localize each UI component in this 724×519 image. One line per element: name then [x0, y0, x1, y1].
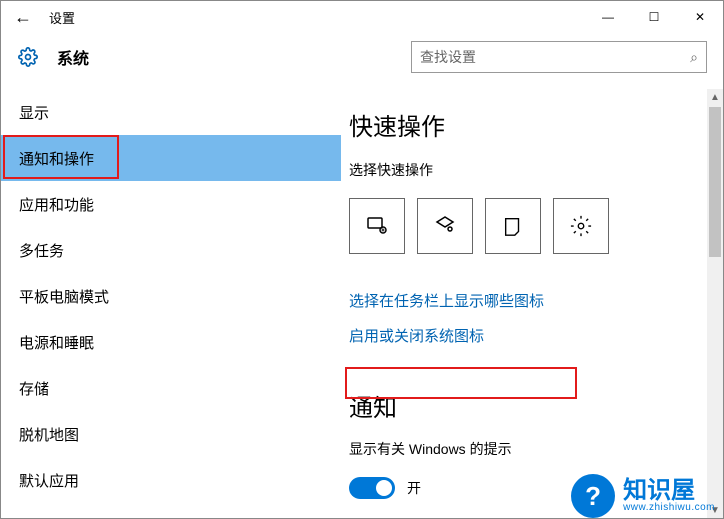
tips-toggle[interactable] — [349, 477, 395, 499]
sidebar-item-apps[interactable]: 应用和功能 — [1, 181, 341, 227]
sidebar-item-default-apps[interactable]: 默认应用 — [1, 457, 341, 503]
sidebar-item-tablet[interactable]: 平板电脑模式 — [1, 273, 341, 319]
watermark-text: 知识屋 — [623, 479, 715, 503]
sidebar: 显示 通知和操作 应用和功能 多任务 平板电脑模式 电源和睡眠 存储 脱机地图 … — [1, 89, 341, 518]
quick-action-location[interactable] — [485, 198, 541, 254]
page-title: 系统 — [57, 45, 89, 69]
sidebar-item-multitask[interactable]: 多任务 — [1, 227, 341, 273]
sidebar-item-storage[interactable]: 存储 — [1, 365, 341, 411]
search-icon: ⌕ — [690, 49, 698, 66]
watermark: ? 知识屋 www.zhishiwu.com — [571, 474, 715, 518]
sidebar-item-notifications[interactable]: 通知和操作 — [1, 135, 341, 181]
link-system-icons[interactable]: 启用或关闭系统图标 — [349, 325, 484, 346]
maximize-button[interactable]: ☐ — [631, 1, 677, 33]
close-button[interactable]: ✕ — [677, 1, 723, 33]
search-placeholder: 查找设置 — [420, 47, 690, 67]
sidebar-item-display[interactable]: 显示 — [1, 89, 341, 135]
back-button[interactable]: ← — [1, 1, 45, 33]
header: 系统 查找设置 ⌕ — [1, 33, 723, 81]
scroll-up-icon[interactable]: ▲ — [707, 89, 723, 105]
sidebar-item-maps[interactable]: 脱机地图 — [1, 411, 341, 457]
quick-action-tablet-mode[interactable] — [349, 198, 405, 254]
minimize-button[interactable]: — — [585, 1, 631, 33]
quick-action-settings[interactable] — [553, 198, 609, 254]
scrollbar-thumb[interactable] — [709, 107, 721, 257]
content-panel: 快速操作 选择快速操作 选择在任务栏上显示哪些图标 启用或关闭系统图标 通知 显… — [341, 89, 723, 518]
section-quick-actions-title: 快速操作 — [349, 107, 693, 142]
sidebar-item-power[interactable]: 电源和睡眠 — [1, 319, 341, 365]
tips-toggle-state: 开 — [407, 478, 421, 498]
section-notifications-title: 通知 — [349, 388, 693, 423]
watermark-url: www.zhishiwu.com — [623, 503, 715, 513]
window-title: 设置 — [45, 8, 75, 27]
search-input[interactable]: 查找设置 ⌕ — [411, 41, 707, 73]
gear-icon — [17, 46, 39, 68]
quick-actions-sublabel: 选择快速操作 — [349, 160, 693, 180]
scrollbar[interactable]: ▲ ▼ — [707, 89, 723, 518]
tips-label: 显示有关 Windows 的提示 — [349, 439, 693, 459]
titlebar: ← 设置 — ☐ ✕ — [1, 1, 723, 33]
link-taskbar-icons[interactable]: 选择在任务栏上显示哪些图标 — [349, 290, 544, 311]
watermark-badge-icon: ? — [571, 474, 615, 518]
quick-action-note[interactable] — [417, 198, 473, 254]
